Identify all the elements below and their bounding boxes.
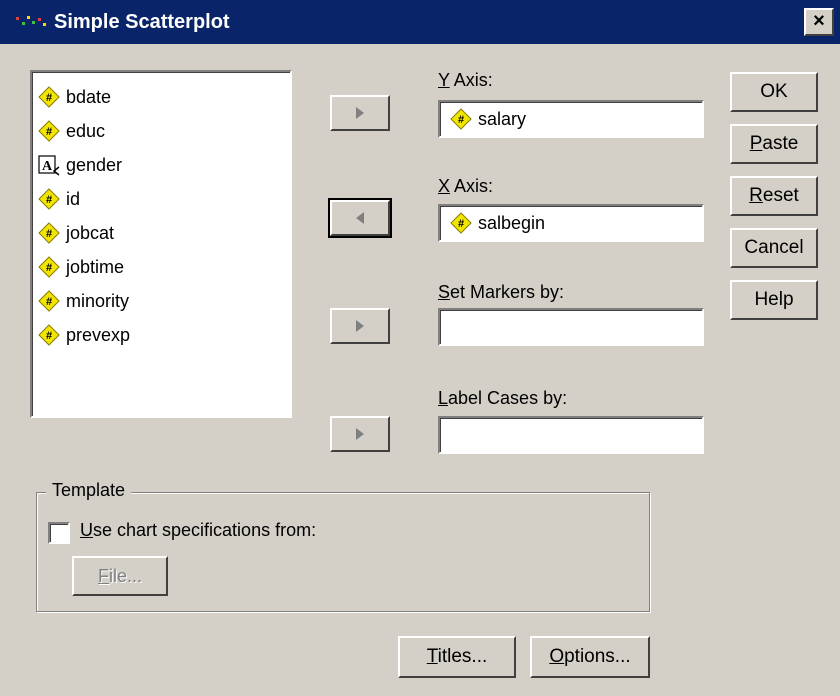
help-button-label: Help xyxy=(754,289,794,310)
x-axis-label: X Axis: xyxy=(438,176,494,196)
ok-button-label: OK xyxy=(760,81,788,102)
list-item[interactable]: # jobcat xyxy=(38,216,290,250)
window-title: Simple Scatterplot xyxy=(54,11,230,33)
options-button-label: Options... xyxy=(549,646,631,667)
close-icon: × xyxy=(813,10,825,32)
template-group-title: Template xyxy=(46,480,132,501)
variable-name: id xyxy=(66,188,81,209)
list-item[interactable]: # minority xyxy=(38,284,290,318)
label-cases-label: Label Cases by: xyxy=(438,388,568,408)
options-button[interactable]: Options... xyxy=(530,636,650,678)
close-button[interactable]: × xyxy=(804,8,834,36)
y-axis-field[interactable]: # salary xyxy=(438,100,704,138)
reset-button[interactable]: Reset xyxy=(730,176,818,216)
list-item[interactable]: # id xyxy=(38,182,290,216)
numeric-variable-icon: # xyxy=(38,120,60,142)
reset-button-label: Reset xyxy=(749,185,799,206)
svg-text:#: # xyxy=(458,218,464,230)
right-arrow-icon xyxy=(356,320,364,332)
svg-text:#: # xyxy=(46,296,52,308)
numeric-variable-icon: # xyxy=(450,212,472,234)
cancel-button-label: Cancel xyxy=(744,237,804,258)
svg-text:#: # xyxy=(458,114,464,126)
svg-text:#: # xyxy=(46,194,52,206)
left-arrow-icon xyxy=(356,212,364,224)
right-arrow-icon xyxy=(356,107,364,119)
move-from-x-axis-button[interactable] xyxy=(328,198,392,238)
numeric-variable-icon: # xyxy=(38,290,60,312)
right-arrow-icon xyxy=(356,428,364,440)
svg-text:#: # xyxy=(46,330,52,342)
label-cases-field[interactable] xyxy=(438,416,704,454)
string-variable-icon: A xyxy=(38,154,60,176)
variable-name: bdate xyxy=(66,86,112,107)
source-variable-list[interactable]: # bdate # educ Agender # id # jobcat # jobtime # min… xyxy=(30,70,292,418)
y-axis-value: salary xyxy=(478,108,527,129)
numeric-variable-icon: # xyxy=(38,86,60,108)
variable-name: jobcat xyxy=(66,222,115,243)
titles-button-label: Titles... xyxy=(426,646,488,667)
variable-name: prevexp xyxy=(66,324,131,345)
move-to-label-cases-button[interactable] xyxy=(330,416,390,452)
numeric-variable-icon: # xyxy=(38,188,60,210)
svg-text:#: # xyxy=(46,262,52,274)
svg-text:#: # xyxy=(46,126,52,138)
variable-name: minority xyxy=(66,290,130,311)
list-item[interactable]: # jobtime xyxy=(38,250,290,284)
svg-text:#: # xyxy=(46,228,52,240)
list-item[interactable]: # prevexp xyxy=(38,318,290,352)
use-chart-specifications-label[interactable]: Use chart specifications from: xyxy=(80,520,316,541)
app-icon xyxy=(16,16,46,26)
move-to-set-markers-button[interactable] xyxy=(330,308,390,344)
paste-button-label: Paste xyxy=(749,133,799,154)
help-button[interactable]: Help xyxy=(730,280,818,320)
file-button-label: File... xyxy=(97,565,142,586)
simple-scatterplot-dialog: Simple Scatterplot × # bdate # educ Agender #… xyxy=(0,0,840,696)
variable-name: jobtime xyxy=(66,256,125,277)
numeric-variable-icon: # xyxy=(450,108,472,130)
svg-text:A: A xyxy=(42,159,53,174)
numeric-variable-icon: # xyxy=(38,256,60,278)
x-axis-field[interactable]: # salbegin xyxy=(438,204,704,242)
titles-button[interactable]: Titles... xyxy=(398,636,516,678)
list-item[interactable]: # educ xyxy=(38,114,290,148)
set-markers-field[interactable] xyxy=(438,308,704,346)
cancel-button[interactable]: Cancel xyxy=(730,228,818,268)
x-axis-value: salbegin xyxy=(478,212,546,233)
numeric-variable-icon: # xyxy=(38,324,60,346)
ok-button[interactable]: OK xyxy=(730,72,818,112)
set-markers-label: Set Markers by: xyxy=(438,282,565,302)
variable-name: gender xyxy=(66,154,123,175)
title-bar[interactable]: Simple Scatterplot × xyxy=(0,0,840,44)
numeric-variable-icon: # xyxy=(38,222,60,244)
svg-text:#: # xyxy=(46,92,52,104)
y-axis-label: Y Axis: xyxy=(438,70,493,90)
file-button[interactable]: File... xyxy=(72,556,168,596)
paste-button[interactable]: Paste xyxy=(730,124,818,164)
list-item[interactable]: Agender xyxy=(38,148,290,182)
variable-name: educ xyxy=(66,120,106,141)
use-chart-specifications-checkbox[interactable] xyxy=(48,522,70,544)
move-to-y-axis-button[interactable] xyxy=(330,95,390,131)
list-item[interactable]: # bdate xyxy=(38,80,290,114)
